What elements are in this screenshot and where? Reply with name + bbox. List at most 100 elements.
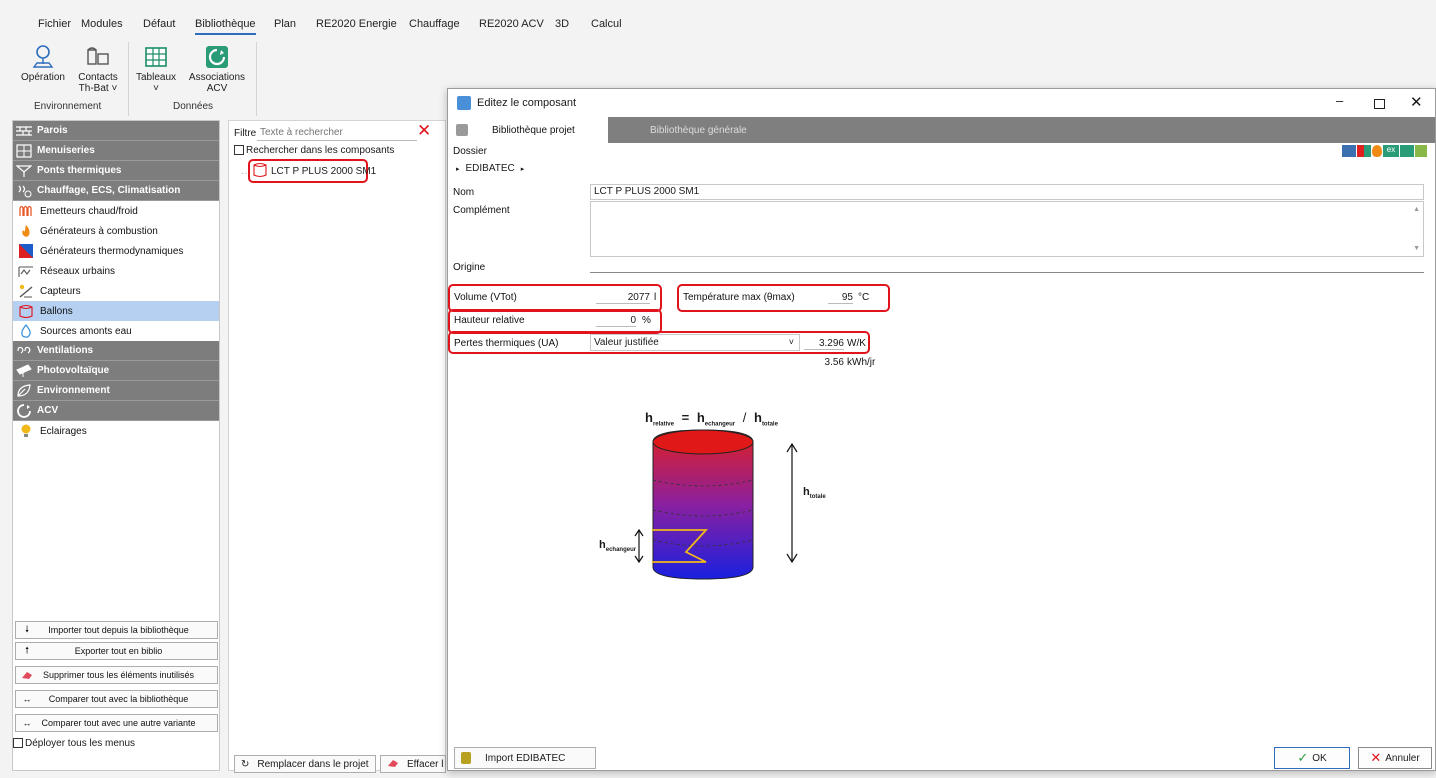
breadcrumb-item[interactable]: EDIBATEC	[466, 163, 515, 174]
tableaux-label: Tableaux	[136, 72, 177, 83]
item-emetteurs[interactable]: Emetteurs chaud/froid	[13, 201, 219, 221]
search-components-checkbox[interactable]: Rechercher dans les composants	[234, 145, 394, 156]
menu-modules[interactable]: Modules	[81, 18, 123, 30]
item-generateurs-thermo[interactable]: Générateurs thermodynamiques	[13, 241, 219, 261]
menu-re2020-acv[interactable]: RE2020 ACV	[479, 18, 544, 30]
import-edibatec-button[interactable]: Import EDIBATEC	[454, 747, 596, 769]
status-icons: ex	[1342, 145, 1427, 157]
select-value: Valeur justifiée	[594, 337, 659, 348]
contacts-sublabel: Th-Bat ˅	[78, 83, 118, 94]
compare-library-button[interactable]: ↔ Comparer tout avec la bibliothèque	[15, 690, 218, 708]
menu-chauffage[interactable]: Chauffage	[409, 18, 460, 30]
category-menuiseries[interactable]: Menuiseries	[13, 141, 219, 161]
tab-label: Bibliothèque générale	[650, 124, 747, 136]
dossier-breadcrumb[interactable]: ▸ EDIBATEC ▸	[456, 163, 524, 174]
h-symbol: h	[599, 539, 606, 551]
group-donnees-label: Données	[173, 101, 214, 112]
ventilation-icon	[16, 344, 32, 358]
export-all-button[interactable]: 🠕 Exporter tout en biblio	[15, 642, 218, 660]
component-item[interactable]: LCT P PLUS 2000 SM1	[253, 162, 376, 179]
associations-acv-button[interactable]: Associations ACV	[186, 44, 248, 94]
h-symbol: h	[645, 410, 653, 425]
delete-unused-button[interactable]: Supprimer tous les éléments inutilisés	[15, 666, 218, 684]
menu-3d[interactable]: 3D	[555, 18, 569, 30]
menu-plan[interactable]: Plan	[274, 18, 296, 30]
button-label: OK	[1312, 752, 1327, 764]
menu-re2020-energie[interactable]: RE2020 Energie	[316, 18, 397, 30]
import-all-button[interactable]: 🠗 Importer tout depuis la bibliothèque	[15, 621, 218, 639]
category-environnement[interactable]: Environnement	[13, 381, 219, 401]
button-label: Importer tout depuis la bibliothèque	[48, 625, 189, 635]
category-chauffage[interactable]: Chauffage, ECS, Climatisation	[13, 181, 219, 201]
pertes-select[interactable]: Valeur justifiée ˅	[590, 334, 800, 351]
tableaux-button[interactable]: Tableaux ˅	[136, 44, 176, 94]
checkmark-icon: ✓	[1297, 750, 1309, 765]
clear-filter-icon[interactable]: ✕	[417, 122, 431, 140]
urban-network-icon	[18, 264, 34, 278]
menu-bibliotheque[interactable]: Bibliothèque	[195, 18, 256, 35]
deploy-menus-checkbox[interactable]: Déployer tous les menus	[13, 738, 135, 749]
tank-diagram: hrelative = hechangeur / htotale htotale…	[596, 402, 849, 592]
hauteur-unit: %	[642, 315, 651, 326]
category-acv[interactable]: ACV	[13, 401, 219, 421]
operation-button[interactable]: Opération	[18, 44, 68, 83]
item-ballons[interactable]: Ballons	[13, 301, 219, 321]
menu-defaut[interactable]: Défaut	[143, 18, 175, 30]
complement-label: Complément	[453, 205, 510, 216]
h-symbol: h	[803, 486, 810, 498]
compare-variant-button[interactable]: ↔ Comparer tout avec une autre variante	[15, 714, 218, 732]
category-ponts-thermiques[interactable]: Ponts thermiques	[13, 161, 219, 181]
contacts-button[interactable]: Contacts Th-Bat ˅	[76, 44, 120, 94]
complement-textarea[interactable]: ▲ ▼	[590, 201, 1424, 257]
pertes-daily-unit: kWh/jr	[847, 357, 876, 368]
pertes-daily-value: 3.56	[824, 357, 844, 368]
nom-field[interactable]: LCT P PLUS 2000 SM1	[590, 184, 1424, 200]
compare-arrows-icon: ↔	[22, 718, 32, 728]
component-list-panel: Filtre ✕ Rechercher dans les composants …	[228, 120, 446, 771]
h-relative-subscript: relative	[652, 421, 674, 428]
tab-bibliotheque-projet[interactable]: Bibliothèque projet	[448, 117, 608, 143]
tab-bibliotheque-generale[interactable]: Bibliothèque générale	[650, 117, 810, 143]
maximize-icon[interactable]	[1374, 99, 1385, 109]
window-icon	[16, 143, 32, 158]
item-generateurs-combustion[interactable]: Générateurs à combustion	[13, 221, 219, 241]
associations-sublabel: ACV	[206, 83, 228, 94]
close-icon[interactable]: ✕	[1410, 93, 1423, 111]
item-reseaux-urbains[interactable]: Réseaux urbains	[13, 261, 219, 281]
delete-button[interactable]: Effacer l	[380, 755, 446, 773]
h-symbol: h	[696, 410, 705, 425]
recycle-icon	[1400, 145, 1414, 157]
chevron-right-icon: ▸	[456, 165, 460, 173]
hauteur-input[interactable]: 0	[596, 315, 636, 327]
category-ventilations[interactable]: Ventilations	[13, 341, 219, 361]
item-sources-amonts[interactable]: Sources amonts eau	[13, 321, 219, 341]
ok-button[interactable]: ✓ OK	[1274, 747, 1350, 769]
replace-in-project-button[interactable]: ↻ Remplacer dans le projet	[234, 755, 376, 773]
cancel-button[interactable]: ✕ Annuler	[1358, 747, 1432, 769]
checkbox[interactable]	[234, 145, 244, 156]
menu-fichier[interactable]: Fichier	[38, 18, 71, 30]
minimize-icon[interactable]: –	[1336, 93, 1343, 108]
origine-field[interactable]	[590, 272, 1424, 273]
scroll-down-icon[interactable]: ▼	[1413, 245, 1420, 252]
dialog-title: Editez le composant	[477, 97, 577, 109]
item-eclairages[interactable]: Eclairages	[13, 421, 219, 441]
item-capteurs[interactable]: Capteurs	[13, 281, 219, 301]
category-parois[interactable]: Parois	[13, 121, 219, 141]
menu-calcul[interactable]: Calcul	[591, 18, 622, 30]
scroll-up-icon[interactable]: ▲	[1413, 206, 1420, 213]
checkbox[interactable]	[13, 738, 23, 749]
category-label: Menuiseries	[37, 145, 95, 156]
arrow-down-icon: 🠗	[25, 624, 29, 634]
flame-icon	[1372, 145, 1382, 157]
category-photovoltaique[interactable]: Photovoltaïque	[13, 361, 219, 381]
ex-icon: ex	[1383, 145, 1399, 157]
category-label: Chauffage, ECS, Climatisation	[37, 185, 181, 196]
associations-label: Associations	[188, 72, 246, 83]
pertes-input[interactable]: 3.296	[804, 338, 844, 350]
button-label: Exporter tout en biblio	[74, 646, 163, 656]
filter-input[interactable]	[257, 125, 417, 141]
button-label: Remplacer dans le projet	[257, 758, 369, 770]
volume-input[interactable]: 2077	[596, 292, 650, 304]
temperature-input[interactable]: 95	[828, 292, 853, 304]
